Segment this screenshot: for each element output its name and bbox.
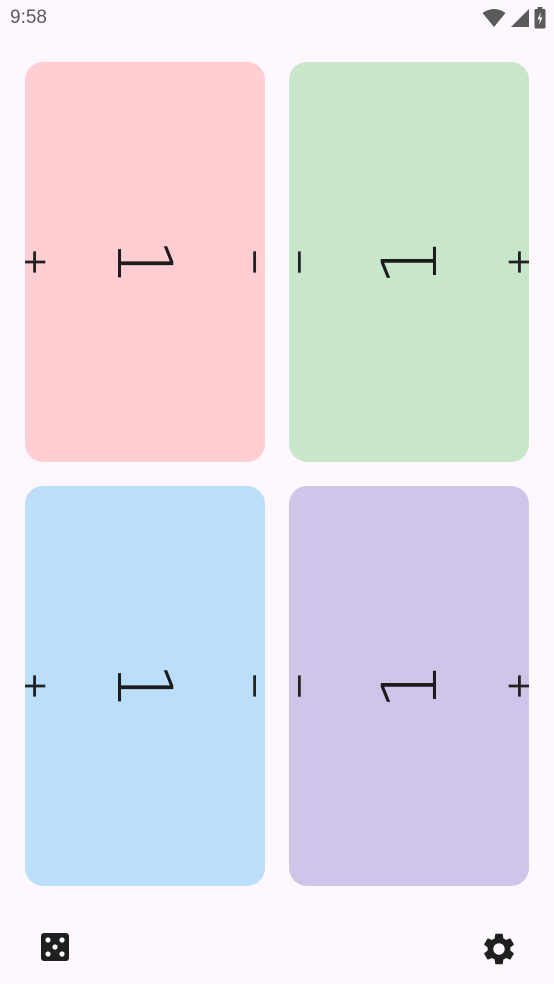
cellular-signal-icon <box>511 9 529 27</box>
bottom-bar <box>0 910 554 984</box>
player-card-2: − 1 + <box>289 62 529 462</box>
player-3-increment-button[interactable]: + <box>25 656 65 716</box>
gear-icon[interactable] <box>480 930 518 968</box>
player-3-decrement-button[interactable]: − <box>225 656 265 716</box>
battery-charging-icon <box>534 7 546 29</box>
player-card-3: − 1 + <box>25 486 265 886</box>
player-card-4: − 1 + <box>289 486 529 886</box>
status-icons <box>482 6 546 30</box>
player-card-1: − 1 + <box>25 62 265 462</box>
player-1-increment-button[interactable]: + <box>25 232 65 292</box>
player-1-decrement-button[interactable]: − <box>225 232 265 292</box>
player-4-increment-button[interactable]: + <box>489 656 529 716</box>
player-2-life-total: 1 <box>364 237 454 287</box>
status-time: 9:58 <box>10 7 47 28</box>
player-1-life-total: 1 <box>100 237 190 287</box>
player-3-life-total: 1 <box>100 661 190 711</box>
player-4-life-total: 1 <box>364 661 454 711</box>
player-4-decrement-button[interactable]: − <box>289 656 329 716</box>
player-2-decrement-button[interactable]: − <box>289 232 329 292</box>
wifi-icon <box>482 9 506 27</box>
dice-icon[interactable] <box>38 930 72 964</box>
player-2-increment-button[interactable]: + <box>489 232 529 292</box>
status-bar: 9:58 <box>0 0 554 38</box>
